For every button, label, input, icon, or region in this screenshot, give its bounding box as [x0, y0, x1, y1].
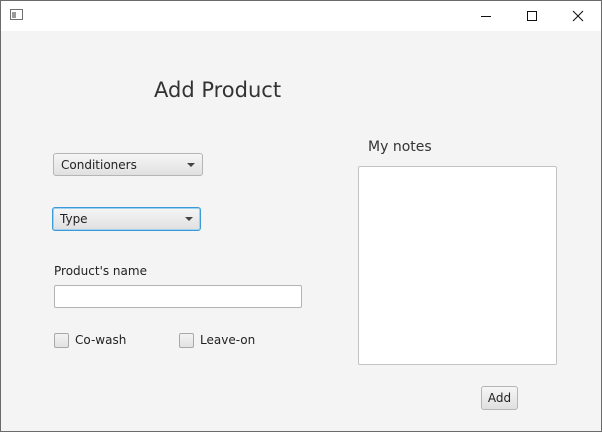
- notes-textarea[interactable]: [358, 166, 557, 365]
- close-icon: [572, 10, 584, 22]
- chevron-down-icon: [185, 217, 193, 221]
- app-window: Add Product Conditioners Type Product's …: [0, 0, 602, 432]
- product-name-label: Product's name: [54, 264, 147, 278]
- notes-label: My notes: [368, 139, 432, 155]
- add-button[interactable]: Add: [481, 386, 518, 410]
- co-wash-checkbox[interactable]: Co-wash: [54, 331, 126, 349]
- checkbox-box[interactable]: [54, 332, 69, 348]
- minimize-icon: [481, 16, 491, 17]
- minimize-button[interactable]: [463, 1, 509, 31]
- type-select[interactable]: Type: [52, 207, 201, 231]
- checkbox-label: Co-wash: [75, 333, 127, 347]
- leave-on-checkbox[interactable]: Leave-on: [179, 331, 255, 349]
- title-bar[interactable]: [1, 1, 601, 31]
- category-select[interactable]: Conditioners: [53, 153, 203, 176]
- type-select-value: Type: [60, 212, 88, 226]
- category-select-value: Conditioners: [61, 158, 137, 172]
- maximize-button[interactable]: [509, 1, 555, 31]
- page-title: Add Product: [154, 78, 282, 102]
- close-button[interactable]: [555, 1, 601, 31]
- maximize-icon: [527, 11, 537, 21]
- product-name-input[interactable]: [54, 285, 302, 308]
- app-icon: [10, 9, 23, 20]
- chevron-down-icon: [187, 163, 195, 167]
- checkbox-box[interactable]: [179, 332, 194, 348]
- app-icon-pane: [12, 12, 16, 18]
- checkbox-label: Leave-on: [200, 333, 256, 347]
